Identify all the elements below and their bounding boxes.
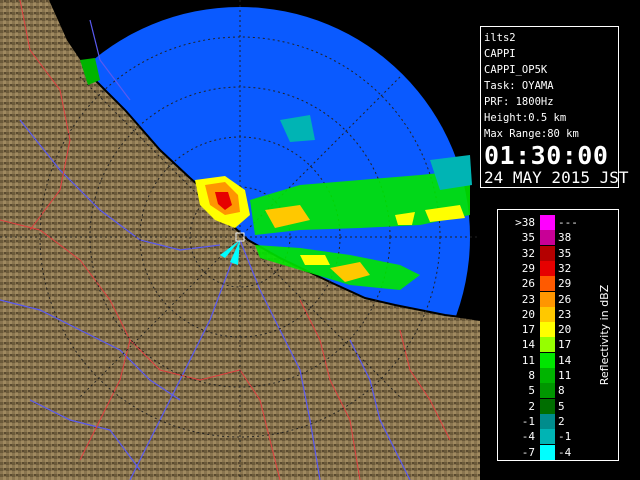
radar-map xyxy=(0,0,480,480)
legend-swatch xyxy=(540,383,555,399)
legend-swatch xyxy=(540,276,555,292)
legend-low-value: >38 xyxy=(515,216,535,229)
legend-title: Reflectivity in dBZ xyxy=(598,284,611,385)
time-label: 01:30:00 xyxy=(484,141,609,170)
legend-high-value: -4 xyxy=(558,445,572,459)
legend-low-value: 11 xyxy=(521,353,535,367)
legend-high-value: 26 xyxy=(558,292,572,306)
info-panel: ilts2 CAPPI CAPPI_OP5K Task: OYAMA PRF: … xyxy=(480,26,629,188)
legend-high-value: 8 xyxy=(558,384,565,398)
legend-high-value: 11 xyxy=(558,369,572,382)
legend-high-value: 14 xyxy=(558,353,572,367)
legend-swatch xyxy=(540,429,555,445)
product-code: CAPPI_OP5K xyxy=(484,64,548,76)
legend-low-value: 2 xyxy=(528,399,535,413)
legend-low-value: 23 xyxy=(521,292,535,306)
legend-swatch xyxy=(540,398,555,414)
legend-high-value: 32 xyxy=(558,261,572,275)
prf-label: PRF: 1800Hz xyxy=(484,96,554,108)
legend-low-value: 5 xyxy=(528,384,535,398)
legend-low-value: 20 xyxy=(521,307,535,321)
legend-high-value: 29 xyxy=(558,277,572,291)
product-name: CAPPI xyxy=(484,48,516,60)
legend-swatch xyxy=(540,230,555,246)
legend-high-value: 17 xyxy=(558,338,572,352)
max-range-label: Max Range:80 km xyxy=(484,128,579,140)
legend-low-value: 32 xyxy=(521,246,535,260)
legend-low-value: 29 xyxy=(521,261,535,275)
task-label: Task: OYAMA xyxy=(484,80,554,92)
legend-swatch xyxy=(540,444,555,460)
legend-high-value: 5 xyxy=(558,399,565,413)
legend-low-value: -4 xyxy=(521,430,535,444)
legend-swatch xyxy=(540,260,555,276)
legend-low-value: 17 xyxy=(521,323,535,337)
peninsula xyxy=(330,315,480,480)
legend-swatch xyxy=(540,322,555,338)
legend-swatch xyxy=(540,352,555,368)
legend-low-value: 26 xyxy=(521,277,535,291)
date-label: 24 MAY 2015 JST xyxy=(484,168,629,187)
legend-swatch xyxy=(540,245,555,261)
legend-swatch xyxy=(540,291,555,307)
legend-low-value: 8 xyxy=(528,369,535,382)
radar-name: ilts2 xyxy=(484,32,516,44)
legend-swatch xyxy=(540,306,555,322)
color-legend: >38 --- 35 38 32 35 29 32 26 29 23 26 20 23 17 20 14 17 11… xyxy=(497,209,619,461)
legend-low-value: 14 xyxy=(521,338,535,352)
legend-high-value: -1 xyxy=(558,430,572,444)
svg-text:Reflectivity in dBZ: Reflectivity in dBZ xyxy=(598,284,611,385)
legend-swatch xyxy=(540,215,555,230)
height-label: Height:0.5 km xyxy=(484,112,567,124)
legend-low-value: -1 xyxy=(521,414,535,428)
legend-high-value: 35 xyxy=(558,246,572,260)
legend-high-value: 23 xyxy=(558,307,572,321)
legend-low-value: 35 xyxy=(521,231,535,245)
legend-low-value: -7 xyxy=(521,445,535,459)
legend-high-value: --- xyxy=(558,216,578,229)
legend-high-value: 20 xyxy=(558,323,572,337)
legend-swatch xyxy=(540,413,555,429)
legend-swatch xyxy=(540,337,555,353)
legend-high-value: 2 xyxy=(558,414,565,428)
legend-high-value: 38 xyxy=(558,231,572,245)
legend-swatch xyxy=(540,368,555,383)
